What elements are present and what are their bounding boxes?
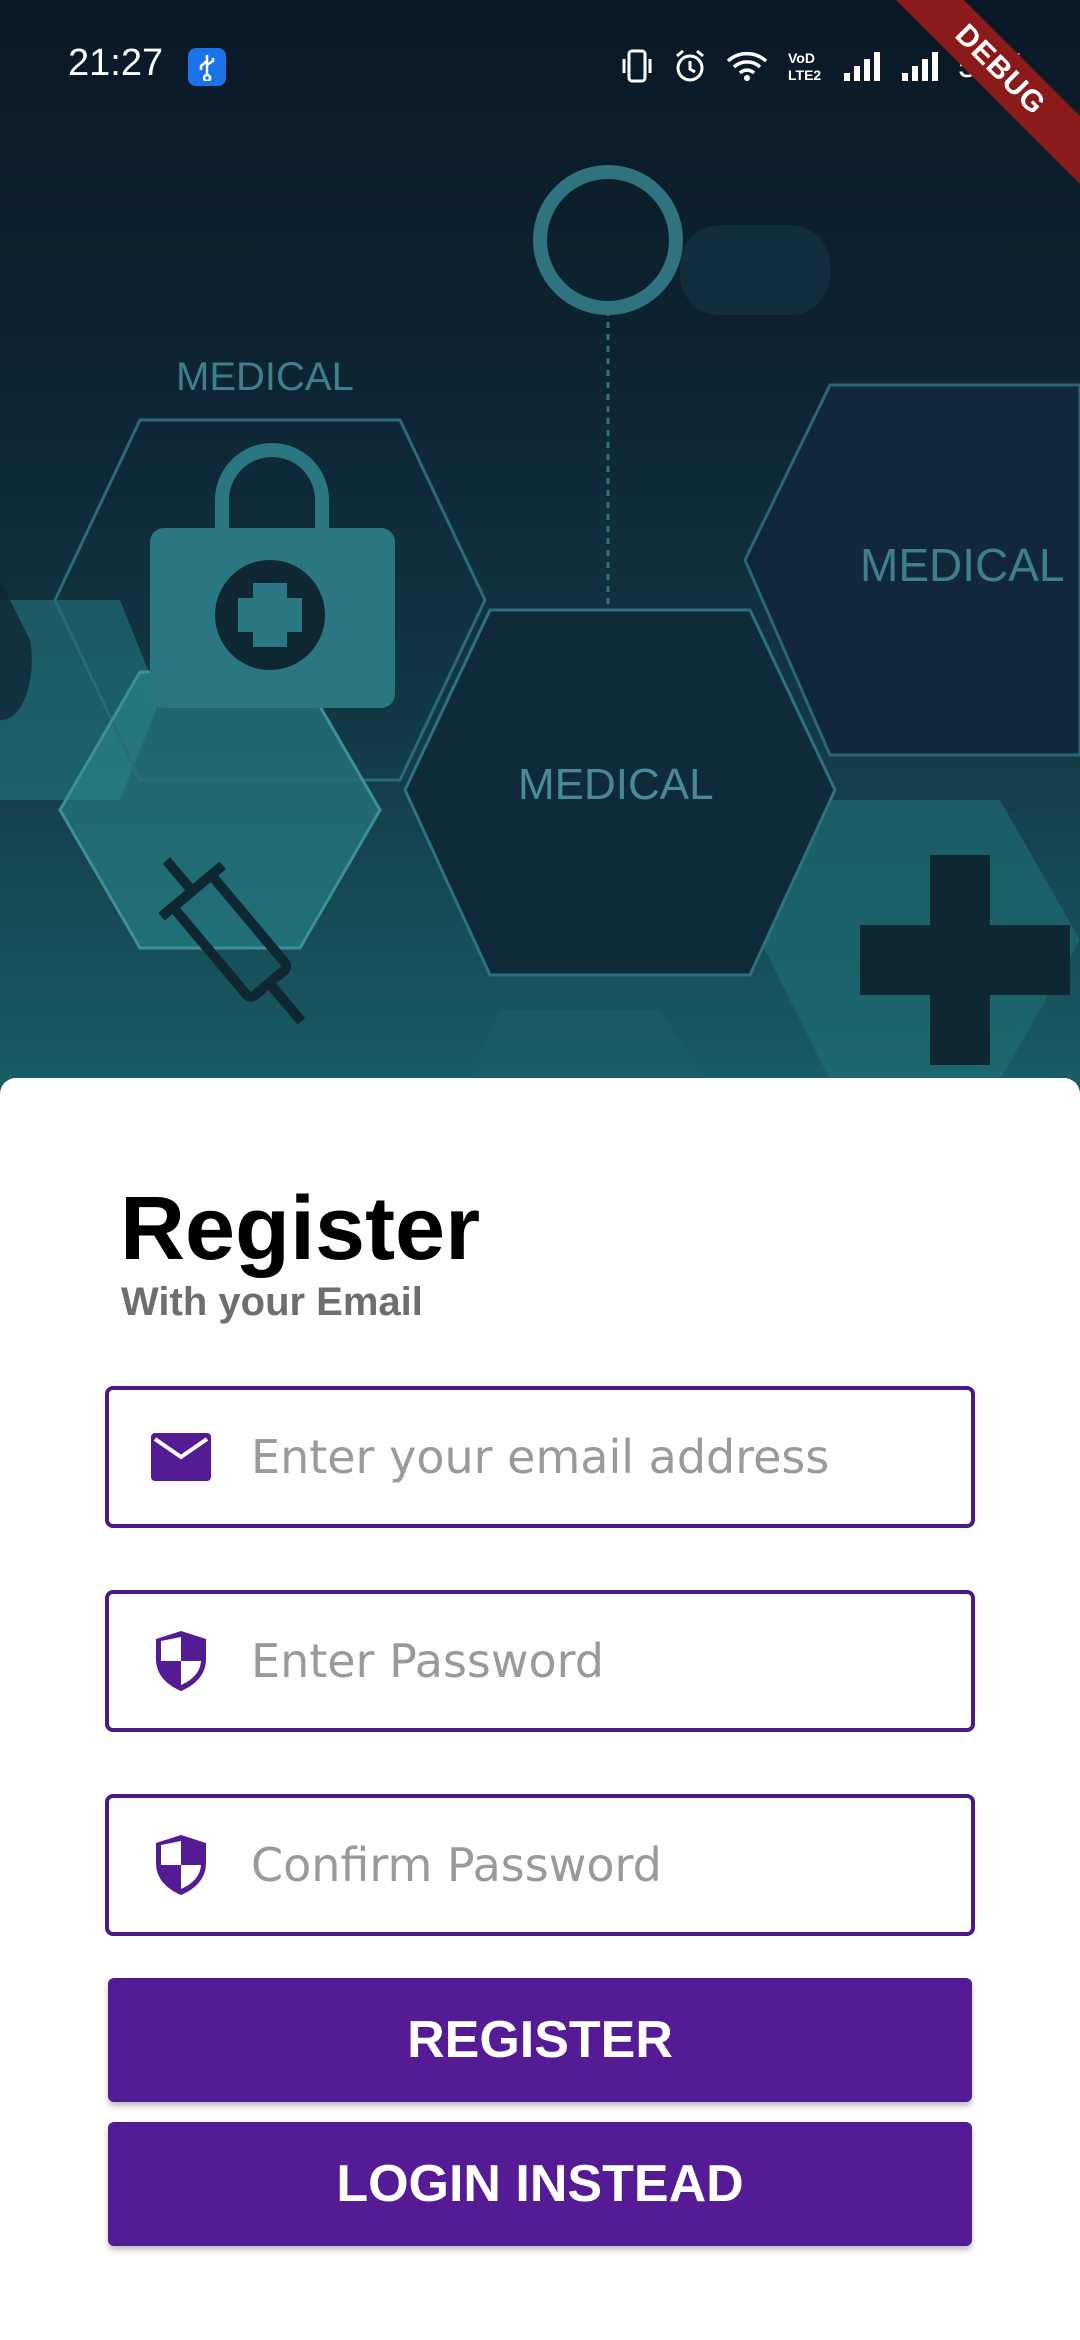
page-title: Register	[120, 1179, 481, 1279]
signal-icon	[900, 49, 940, 83]
signal-icon	[842, 49, 882, 83]
password-input[interactable]	[251, 1634, 931, 1688]
hero-label-1: MEDICAL	[176, 355, 354, 399]
confirm-password-input[interactable]	[251, 1838, 931, 1892]
password-field[interactable]	[105, 1590, 975, 1732]
status-bar: 21:27 VoDLTE2 56% DEBUG	[0, 0, 1080, 194]
shield-icon	[149, 1833, 213, 1897]
usb-icon	[188, 48, 226, 86]
alarm-icon	[672, 48, 708, 84]
vibrate-icon	[620, 48, 654, 84]
login-instead-button[interactable]: LOGIN INSTEAD	[108, 2122, 972, 2246]
mail-icon	[149, 1425, 213, 1489]
confirm-password-field[interactable]	[105, 1794, 975, 1936]
email-field[interactable]	[105, 1386, 975, 1528]
wifi-icon	[726, 49, 768, 83]
register-button[interactable]: REGISTER	[108, 1978, 972, 2102]
volte-icon: VoD LTE2	[786, 48, 824, 84]
shield-icon	[149, 1629, 213, 1693]
status-time: 21:27	[68, 42, 164, 84]
svg-text:VoD: VoD	[788, 50, 815, 66]
svg-text:LTE2: LTE2	[788, 67, 821, 83]
hero-background: MEDICAL MEDICAL MEDICAL	[0, 0, 1080, 1100]
hero-label-2: MEDICAL	[860, 539, 1065, 591]
email-input[interactable]	[251, 1430, 931, 1484]
hero-label-3: MEDICAL	[518, 760, 714, 809]
page-subtitle: With your Email	[121, 1280, 423, 1324]
